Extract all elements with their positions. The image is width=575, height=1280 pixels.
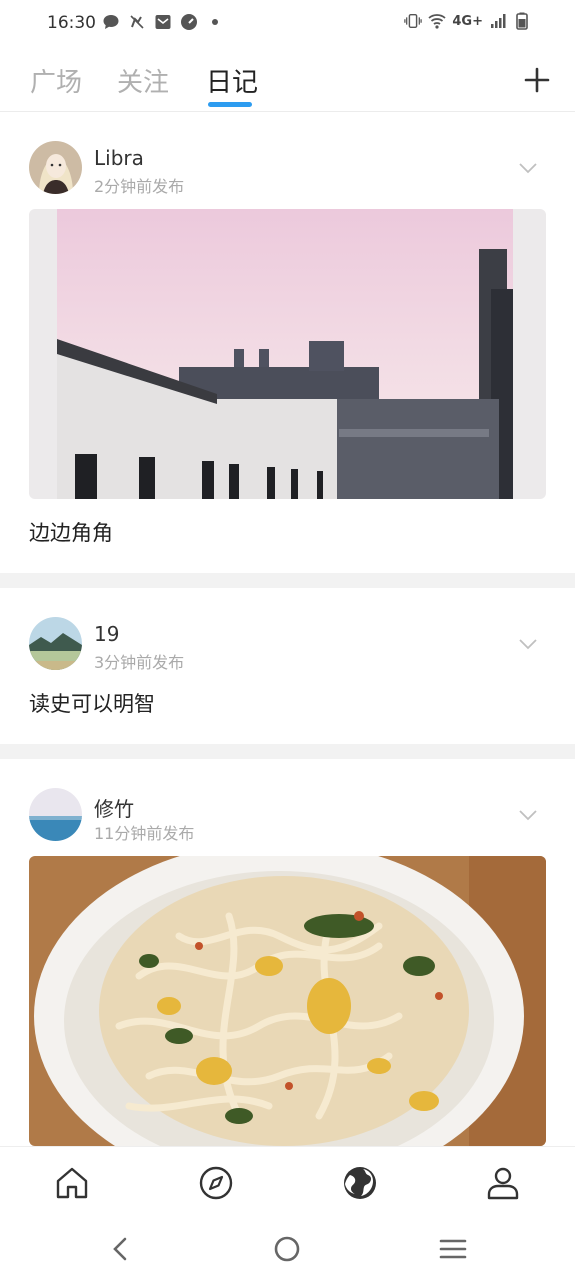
back-icon[interactable] xyxy=(106,1234,136,1264)
vibrate-icon xyxy=(404,13,423,29)
post-username[interactable]: 19 xyxy=(94,622,119,646)
avatar[interactable] xyxy=(29,617,82,670)
bottom-nav xyxy=(0,1146,575,1220)
speedometer-icon xyxy=(181,14,197,30)
signal-icon xyxy=(491,14,506,28)
status-left-icons xyxy=(102,13,224,31)
post-card: 19 3分钟前发布 读史可以明智 xyxy=(0,588,575,744)
post-image[interactable] xyxy=(29,209,546,499)
active-tab-indicator xyxy=(208,102,252,107)
avatar[interactable] xyxy=(29,788,82,841)
status-bar: 16:30 4G+ xyxy=(0,0,575,48)
chevron-down-icon[interactable] xyxy=(518,162,538,174)
system-nav-bar xyxy=(0,1220,575,1280)
post-time: 3分钟前发布 xyxy=(94,653,185,672)
post-text: 读史可以明智 xyxy=(29,692,155,716)
status-time: 16:30 xyxy=(47,13,96,33)
post-time: 11分钟前发布 xyxy=(94,824,195,843)
tab-diary[interactable]: 日记 xyxy=(206,62,258,99)
post-time: 2分钟前发布 xyxy=(94,177,185,196)
avatar[interactable] xyxy=(29,141,82,194)
post-divider xyxy=(0,744,575,759)
profile-icon[interactable] xyxy=(485,1165,521,1201)
menu-icon[interactable] xyxy=(438,1234,468,1264)
network-type: 4G+ xyxy=(452,13,483,29)
chevron-down-icon[interactable] xyxy=(518,809,538,821)
post-divider xyxy=(0,573,575,588)
battery-icon xyxy=(516,12,528,30)
add-icon[interactable] xyxy=(523,66,551,94)
post-text: 边边角角 xyxy=(29,521,113,545)
post-username[interactable]: 修竹 xyxy=(94,793,134,822)
post-card: Libra 2分钟前发布 边边角角 xyxy=(0,112,575,573)
post-image[interactable] xyxy=(29,856,546,1146)
tab-square[interactable]: 广场 xyxy=(30,62,82,99)
muted-icon xyxy=(130,15,144,29)
top-tabs: 广场 关注 日记 xyxy=(0,48,575,112)
home-circle-icon[interactable] xyxy=(272,1234,302,1264)
home-icon[interactable] xyxy=(54,1165,90,1201)
status-right-icons: 4G+ xyxy=(404,12,531,30)
wifi-icon xyxy=(428,14,446,29)
compass-icon[interactable] xyxy=(198,1165,234,1201)
chevron-down-icon[interactable] xyxy=(518,638,538,650)
post-username[interactable]: Libra xyxy=(94,146,144,170)
tab-following[interactable]: 关注 xyxy=(117,62,169,99)
dot-icon xyxy=(212,19,218,25)
mail-icon xyxy=(155,15,171,29)
globe-icon[interactable] xyxy=(342,1165,378,1201)
chat-icon xyxy=(103,15,119,29)
post-card: 修竹 11分钟前发布 xyxy=(0,759,575,1146)
